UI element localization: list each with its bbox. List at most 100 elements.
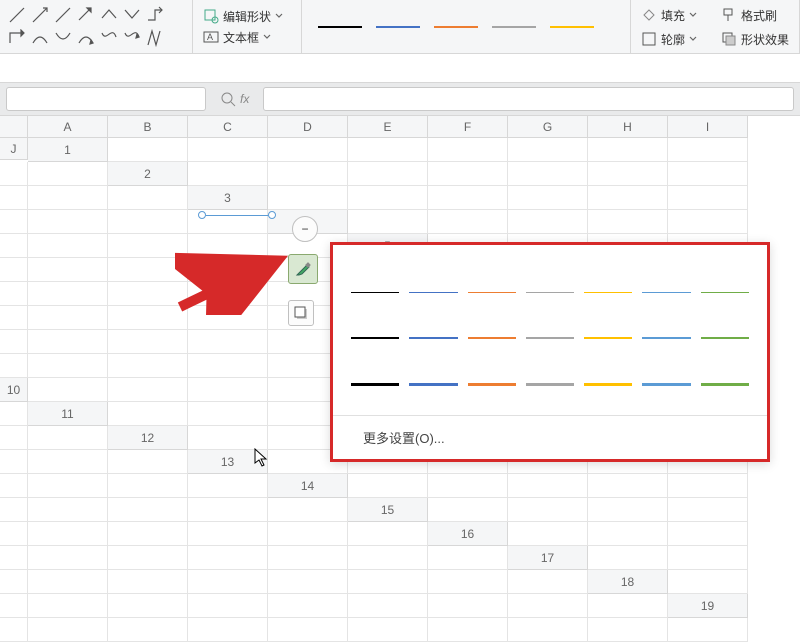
cell[interactable] bbox=[108, 546, 188, 570]
cell[interactable] bbox=[0, 546, 28, 570]
cell[interactable] bbox=[348, 162, 428, 186]
cell[interactable] bbox=[268, 498, 348, 522]
row-header[interactable]: 15 bbox=[348, 498, 428, 522]
cell[interactable] bbox=[348, 210, 428, 234]
cell[interactable] bbox=[28, 234, 108, 258]
cell[interactable] bbox=[268, 570, 348, 594]
line-style-option[interactable] bbox=[642, 292, 690, 293]
cell[interactable] bbox=[108, 186, 188, 210]
cell[interactable] bbox=[188, 162, 268, 186]
cell[interactable] bbox=[0, 210, 28, 234]
cell[interactable] bbox=[348, 546, 428, 570]
cell[interactable] bbox=[108, 594, 188, 618]
cell[interactable] bbox=[268, 594, 348, 618]
cell[interactable] bbox=[428, 618, 508, 642]
style-brush-button[interactable] bbox=[288, 254, 318, 284]
cell[interactable] bbox=[0, 282, 28, 306]
cell[interactable] bbox=[108, 330, 188, 354]
cell[interactable] bbox=[588, 498, 668, 522]
row-header[interactable]: 1 bbox=[28, 138, 108, 162]
cell[interactable] bbox=[28, 282, 108, 306]
cell[interactable] bbox=[108, 378, 188, 402]
cell[interactable] bbox=[268, 186, 348, 210]
cell[interactable] bbox=[28, 546, 108, 570]
line-style-option[interactable] bbox=[642, 337, 690, 339]
shadow-style-button[interactable] bbox=[288, 300, 314, 326]
column-header[interactable]: H bbox=[588, 116, 668, 138]
line-style-option[interactable] bbox=[584, 292, 632, 293]
edit-shape-menu[interactable]: 编辑形状 bbox=[199, 6, 295, 27]
row-header[interactable]: 19 bbox=[668, 594, 748, 618]
cell[interactable] bbox=[188, 546, 268, 570]
cell[interactable] bbox=[108, 618, 188, 642]
cell[interactable] bbox=[588, 186, 668, 210]
cell[interactable] bbox=[348, 474, 428, 498]
row-header[interactable]: 17 bbox=[508, 546, 588, 570]
cell[interactable] bbox=[188, 474, 268, 498]
cell[interactable] bbox=[668, 522, 748, 546]
line-style-option[interactable] bbox=[351, 383, 399, 386]
cell[interactable] bbox=[28, 594, 108, 618]
cell[interactable] bbox=[28, 210, 108, 234]
cell[interactable] bbox=[108, 570, 188, 594]
line-style-swatch[interactable] bbox=[376, 26, 420, 28]
row-header[interactable]: 14 bbox=[268, 474, 348, 498]
cell[interactable] bbox=[588, 138, 668, 162]
cell[interactable] bbox=[428, 498, 508, 522]
cell[interactable] bbox=[108, 282, 188, 306]
resize-handle[interactable] bbox=[198, 211, 206, 219]
cell[interactable] bbox=[268, 618, 348, 642]
cell[interactable] bbox=[108, 210, 188, 234]
row-header[interactable]: 3 bbox=[188, 186, 268, 210]
cell[interactable] bbox=[0, 570, 28, 594]
line-style-swatch[interactable] bbox=[318, 26, 362, 28]
selected-line-shape[interactable] bbox=[198, 208, 276, 222]
cell[interactable] bbox=[428, 138, 508, 162]
cell[interactable] bbox=[108, 474, 188, 498]
column-header[interactable]: G bbox=[508, 116, 588, 138]
cell[interactable] bbox=[188, 138, 268, 162]
cell[interactable] bbox=[28, 330, 108, 354]
cell[interactable] bbox=[0, 402, 28, 426]
cell[interactable] bbox=[0, 186, 28, 210]
cell[interactable] bbox=[28, 522, 108, 546]
cell[interactable] bbox=[0, 258, 28, 282]
cell[interactable] bbox=[0, 306, 28, 330]
cell[interactable] bbox=[188, 402, 268, 426]
cell[interactable] bbox=[428, 474, 508, 498]
cell[interactable] bbox=[188, 522, 268, 546]
cell[interactable] bbox=[0, 426, 28, 450]
cell[interactable] bbox=[0, 618, 28, 642]
cell[interactable] bbox=[268, 522, 348, 546]
shape-effects-menu[interactable]: 形状效果 bbox=[717, 28, 793, 50]
cell[interactable] bbox=[508, 186, 588, 210]
outline-menu[interactable]: 轮廓 bbox=[637, 28, 709, 50]
shapes-gallery[interactable] bbox=[6, 4, 186, 49]
line-style-option[interactable] bbox=[642, 383, 690, 386]
cell[interactable] bbox=[0, 594, 28, 618]
line-style-option[interactable] bbox=[409, 292, 457, 293]
cell[interactable] bbox=[428, 162, 508, 186]
cell[interactable] bbox=[188, 618, 268, 642]
cell[interactable] bbox=[588, 618, 668, 642]
collapse-button[interactable]: − bbox=[292, 216, 318, 242]
cell[interactable] bbox=[0, 330, 28, 354]
cell[interactable] bbox=[28, 378, 108, 402]
cell[interactable] bbox=[428, 186, 508, 210]
line-style-option[interactable] bbox=[701, 383, 749, 386]
line-style-preview[interactable] bbox=[308, 26, 624, 28]
cell[interactable] bbox=[188, 426, 268, 450]
select-all-corner[interactable] bbox=[0, 116, 28, 138]
cell[interactable] bbox=[28, 618, 108, 642]
line-style-option[interactable] bbox=[468, 383, 516, 386]
cell[interactable] bbox=[188, 498, 268, 522]
row-header[interactable]: 18 bbox=[588, 570, 668, 594]
cell[interactable] bbox=[28, 450, 108, 474]
line-style-option[interactable] bbox=[526, 292, 574, 293]
cell[interactable] bbox=[108, 234, 188, 258]
cell[interactable] bbox=[348, 594, 428, 618]
cell[interactable] bbox=[668, 546, 748, 570]
cell[interactable] bbox=[0, 234, 28, 258]
line-style-option[interactable] bbox=[351, 337, 399, 339]
cell[interactable] bbox=[508, 570, 588, 594]
